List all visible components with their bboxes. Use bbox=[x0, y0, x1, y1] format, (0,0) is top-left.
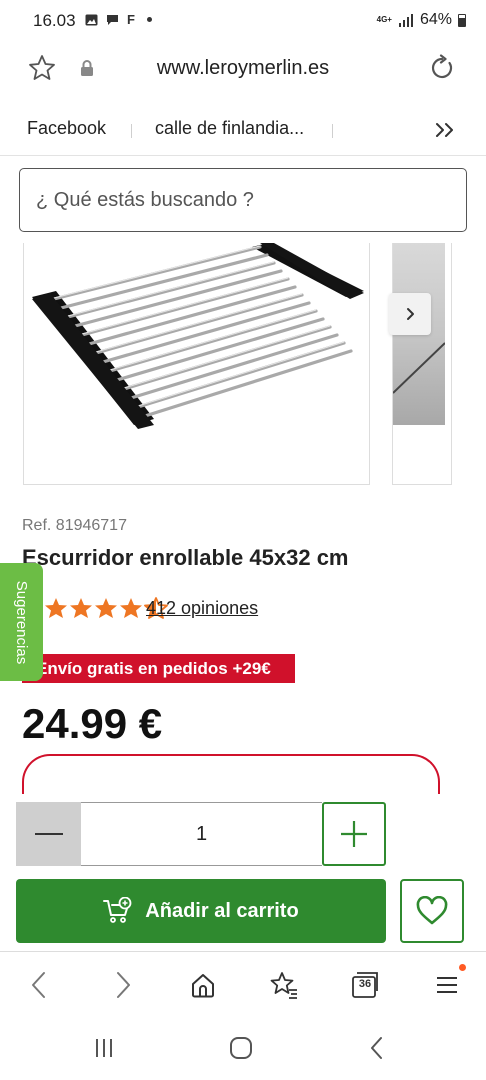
network-type: 4G+ bbox=[376, 15, 392, 24]
url-text[interactable]: www.leroymerlin.es bbox=[0, 57, 486, 80]
home-circle-icon bbox=[230, 1037, 252, 1059]
product-image bbox=[32, 243, 364, 429]
sugerencias-label: Sugerencias bbox=[13, 580, 31, 664]
reload-icon[interactable] bbox=[428, 54, 456, 82]
product-gallery bbox=[0, 243, 486, 485]
back-button[interactable] bbox=[22, 968, 56, 1002]
product-price: 24.99 € bbox=[22, 700, 163, 747]
plus-icon bbox=[341, 821, 367, 847]
message-notification-icon bbox=[107, 14, 118, 25]
tab-count: 36 bbox=[358, 978, 372, 990]
battery-percent: 64% bbox=[419, 11, 452, 28]
opinions-link[interactable]: 412 opiniones bbox=[146, 598, 258, 619]
quantity-stepper: 1 bbox=[16, 802, 386, 866]
bookmarks-bar: Facebook calle de finlandia... bbox=[0, 104, 486, 156]
product-image-card[interactable] bbox=[23, 243, 370, 485]
system-navigation-bar bbox=[0, 1017, 486, 1080]
product-image-card-2[interactable] bbox=[392, 243, 452, 485]
status-bar: 16.03 F 4G+ 64% bbox=[0, 0, 486, 42]
browser-toolbar: 36 bbox=[0, 951, 486, 1017]
home-button[interactable] bbox=[186, 968, 220, 1002]
menu-notification-dot bbox=[459, 964, 466, 971]
bookmark-divider bbox=[131, 124, 132, 138]
star-full-icon bbox=[95, 598, 117, 618]
tabs-button[interactable]: 36 bbox=[348, 968, 382, 1002]
star-full-icon bbox=[120, 598, 142, 618]
hamburger-menu-icon bbox=[437, 977, 457, 993]
home-icon bbox=[192, 974, 214, 998]
product-title: Escurridor enrollable 45x32 cm bbox=[22, 545, 349, 570]
home-nav-button[interactable] bbox=[226, 1035, 256, 1061]
signal-icon bbox=[398, 13, 413, 27]
facebook-notification-icon: F bbox=[127, 12, 135, 27]
url-bar: www.leroymerlin.es bbox=[0, 42, 486, 98]
increase-quantity-button[interactable] bbox=[322, 802, 386, 866]
wishlist-button[interactable] bbox=[400, 879, 464, 943]
bookmark-facebook[interactable]: Facebook bbox=[27, 118, 106, 139]
menu-button[interactable] bbox=[430, 964, 466, 1002]
minus-icon bbox=[34, 833, 63, 835]
search-input[interactable] bbox=[20, 169, 466, 231]
battery-icon bbox=[458, 13, 466, 27]
search-box bbox=[19, 168, 467, 232]
notification-icons: F bbox=[85, 12, 152, 27]
recent-apps-button[interactable] bbox=[89, 1035, 119, 1061]
star-full-icon bbox=[70, 598, 92, 618]
back-nav-button[interactable] bbox=[362, 1035, 392, 1061]
forward-button[interactable] bbox=[106, 968, 140, 1002]
bookmark-calle-de-finlandia[interactable]: calle de finlandia... bbox=[155, 118, 304, 139]
more-notifications-dot bbox=[146, 17, 152, 22]
gallery-next-button[interactable] bbox=[389, 293, 431, 335]
add-to-cart-button[interactable]: Añadir al carrito bbox=[16, 879, 386, 943]
add-to-cart-label: Añadir al carrito bbox=[145, 899, 299, 922]
system-indicators: 4G+ 64% bbox=[377, 11, 466, 29]
promo-banner-outline bbox=[22, 754, 440, 794]
more-bookmarks-icon[interactable] bbox=[434, 120, 456, 140]
product-reference: Ref. 81946717 bbox=[22, 517, 127, 534]
star-full-icon bbox=[45, 598, 67, 618]
quantity-input[interactable]: 1 bbox=[81, 802, 322, 866]
back-chevron-icon bbox=[371, 1037, 382, 1059]
chevron-right-icon bbox=[407, 308, 414, 320]
star-list-icon bbox=[270, 972, 297, 999]
gallery-notification-icon bbox=[85, 14, 98, 25]
status-time: 16.03 bbox=[33, 11, 76, 30]
chevron-left-icon bbox=[32, 972, 45, 998]
recent-apps-icon bbox=[96, 1039, 112, 1057]
sugerencias-tab[interactable]: Sugerencias bbox=[0, 563, 43, 681]
free-shipping-badge: Envío gratis en pedidos +29€ bbox=[22, 654, 295, 683]
decrease-quantity-button[interactable] bbox=[16, 802, 81, 866]
chevron-right-icon bbox=[117, 972, 130, 998]
heart-icon bbox=[416, 896, 448, 925]
cart-add-icon bbox=[103, 897, 132, 923]
bookmark-divider bbox=[332, 124, 333, 138]
bookmarks-button[interactable] bbox=[267, 968, 301, 1002]
